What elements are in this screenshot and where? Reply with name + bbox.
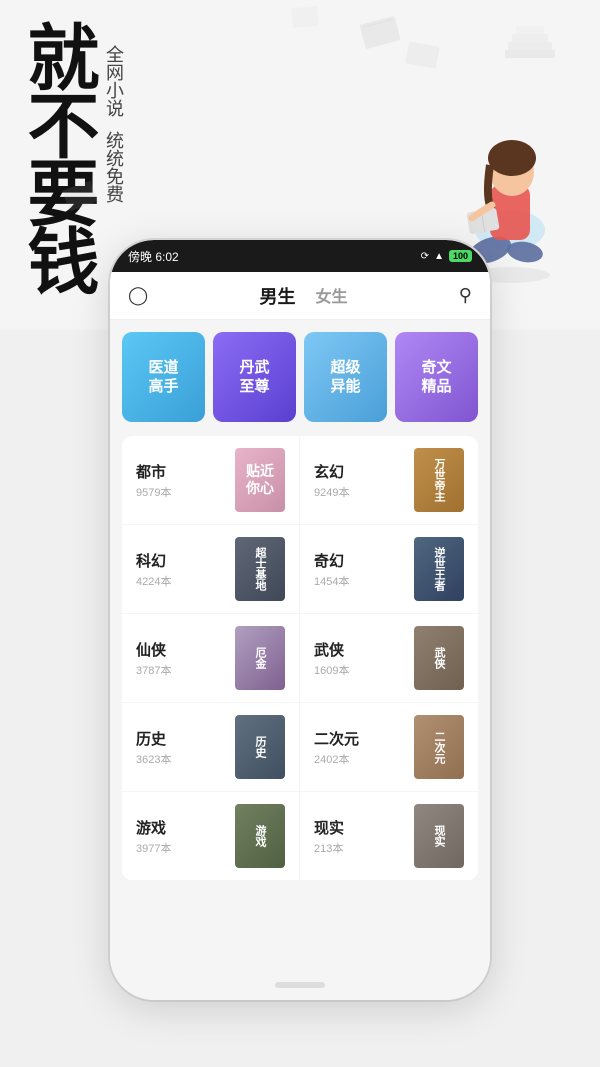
status-bar: 傍晚 6:02 ⟳ ▲ 100	[110, 240, 490, 272]
thumb-img-youxi: 游戏	[235, 804, 285, 868]
category-count-kehuan: 4224本	[136, 573, 171, 589]
thumb-erciyuan: 二次元	[414, 715, 464, 779]
category-info-wuxia: 武侠 1609本	[314, 639, 349, 678]
category-count-youxi: 3977本	[136, 840, 171, 856]
category-info-xuanhuan: 玄幻 9249本	[314, 461, 349, 500]
category-row-2: 科幻 4224本 超士基地 奇幻 1454本 逆世王者	[122, 525, 478, 614]
banner-label-2: 丹武至尊	[239, 358, 269, 397]
category-count-xuanhuan: 9249本	[314, 484, 349, 500]
category-name-dushi: 都市	[136, 461, 171, 482]
thumb-img-xianxia: 厄金	[235, 626, 285, 690]
thumb-dushi: 贴近你心	[235, 448, 285, 512]
phone-frame: 傍晚 6:02 ⟳ ▲ 100 ◯ 男生 女生 ⚲ 医道高手	[110, 240, 490, 1000]
category-item-xianxia[interactable]: 仙侠 3787本 厄金	[122, 614, 300, 702]
thumb-img-kehuan: 超士基地	[235, 537, 285, 601]
category-count-wuxia: 1609本	[314, 662, 349, 678]
category-list: 都市 9579本 贴近你心 玄幻 9249本 万世帝主	[122, 436, 478, 880]
category-count-xianxia: 3787本	[136, 662, 171, 678]
nav-tabs: 男生 女生	[259, 283, 347, 309]
category-row-4: 历史 3623本 历史 二次元 2402本 二次元	[122, 703, 478, 792]
banner-card-1[interactable]: 医道高手	[122, 332, 205, 422]
banner-grid: 医道高手 丹武至尊 超级异能 奇文精品	[122, 332, 478, 422]
screen-rotate-icon: ⟳	[421, 251, 429, 262]
thumb-xianshi: 现实	[414, 804, 464, 868]
category-row-1: 都市 9579本 贴近你心 玄幻 9249本 万世帝主	[122, 436, 478, 525]
tab-female[interactable]: 女生	[315, 283, 347, 309]
category-row-5: 游戏 3977本 游戏 现实 213本 现实	[122, 792, 478, 880]
user-icon[interactable]: ◯	[128, 285, 148, 306]
category-item-wuxia[interactable]: 武侠 1609本 武侠	[300, 614, 478, 702]
category-name-wuxia: 武侠	[314, 639, 349, 660]
banner-label-1: 医道高手	[148, 358, 178, 397]
hero-small-text-1: 全网小说	[100, 45, 127, 117]
category-item-xuanhuan[interactable]: 玄幻 9249本 万世帝主	[300, 436, 478, 524]
thumb-xuanhuan: 万世帝主	[414, 448, 464, 512]
thumb-xianxia: 厄金	[235, 626, 285, 690]
thumb-img-lishi: 历史	[235, 715, 285, 779]
category-info-youxi: 游戏 3977本	[136, 817, 171, 856]
phone-screen: 傍晚 6:02 ⟳ ▲ 100 ◯ 男生 女生 ⚲ 医道高手	[110, 240, 490, 1000]
category-name-youxi: 游戏	[136, 817, 171, 838]
banner-label-4: 奇文精品	[421, 358, 451, 397]
category-name-kehuan: 科幻	[136, 550, 171, 571]
banner-card-2[interactable]: 丹武至尊	[213, 332, 296, 422]
category-item-kehuan[interactable]: 科幻 4224本 超士基地	[122, 525, 300, 613]
category-count-qihuan: 1454本	[314, 573, 349, 589]
thumb-youxi: 游戏	[235, 804, 285, 868]
hero-section: 就不要钱 全网小说 统统免费	[20, 20, 127, 292]
category-item-qihuan[interactable]: 奇幻 1454本 逆世王者	[300, 525, 478, 613]
thumb-img-xuanhuan: 万世帝主	[414, 448, 464, 512]
category-info-xianxia: 仙侠 3787本	[136, 639, 171, 678]
wifi-icon: ▲	[434, 251, 444, 262]
thumb-img-qihuan: 逆世王者	[414, 537, 464, 601]
category-item-lishi[interactable]: 历史 3623本 历史	[122, 703, 300, 791]
category-name-erciyuan: 二次元	[314, 728, 359, 749]
thumb-img-dushi: 贴近你心	[235, 448, 285, 512]
content-area[interactable]: 医道高手 丹武至尊 超级异能 奇文精品 都市	[110, 320, 490, 1000]
category-info-erciyuan: 二次元 2402本	[314, 728, 359, 767]
category-info-lishi: 历史 3623本	[136, 728, 171, 767]
hero-small-text-2: 统统免费	[100, 131, 127, 203]
search-icon[interactable]: ⚲	[459, 285, 472, 306]
category-count-erciyuan: 2402本	[314, 751, 359, 767]
thumb-wuxia: 武侠	[414, 626, 464, 690]
category-item-erciyuan[interactable]: 二次元 2402本 二次元	[300, 703, 478, 791]
category-count-dushi: 9579本	[136, 484, 171, 500]
thumb-img-erciyuan: 二次元	[414, 715, 464, 779]
thumb-qihuan: 逆世王者	[414, 537, 464, 601]
tab-male[interactable]: 男生	[259, 283, 295, 309]
banner-card-3[interactable]: 超级异能	[304, 332, 387, 422]
category-info-dushi: 都市 9579本	[136, 461, 171, 500]
phone-home-button[interactable]	[275, 982, 325, 988]
status-time: 傍晚 6:02	[128, 248, 179, 265]
category-name-xuanhuan: 玄幻	[314, 461, 349, 482]
category-count-lishi: 3623本	[136, 751, 171, 767]
thumb-img-wuxia: 武侠	[414, 626, 464, 690]
battery-indicator: 100	[449, 250, 472, 262]
category-item-youxi[interactable]: 游戏 3977本 游戏	[122, 792, 300, 880]
category-info-qihuan: 奇幻 1454本	[314, 550, 349, 589]
category-name-xianshi: 现实	[314, 817, 344, 838]
category-name-lishi: 历史	[136, 728, 171, 749]
thumb-kehuan: 超士基地	[235, 537, 285, 601]
category-info-kehuan: 科幻 4224本	[136, 550, 171, 589]
thumb-lishi: 历史	[235, 715, 285, 779]
banner-card-4[interactable]: 奇文精品	[395, 332, 478, 422]
category-item-xianshi[interactable]: 现实 213本 现实	[300, 792, 478, 880]
category-count-xianshi: 213本	[314, 840, 344, 856]
banner-label-3: 超级异能	[330, 358, 360, 397]
status-icons: ⟳ ▲ 100	[421, 250, 472, 262]
category-name-xianxia: 仙侠	[136, 639, 171, 660]
thumb-img-xianshi: 现实	[414, 804, 464, 868]
category-row-3: 仙侠 3787本 厄金 武侠 1609本 武侠	[122, 614, 478, 703]
top-nav: ◯ 男生 女生 ⚲	[110, 272, 490, 320]
hero-big-text: 就不要钱	[20, 20, 92, 292]
category-info-xianshi: 现实 213本	[314, 817, 344, 856]
category-name-qihuan: 奇幻	[314, 550, 349, 571]
category-item-dushi[interactable]: 都市 9579本 贴近你心	[122, 436, 300, 524]
